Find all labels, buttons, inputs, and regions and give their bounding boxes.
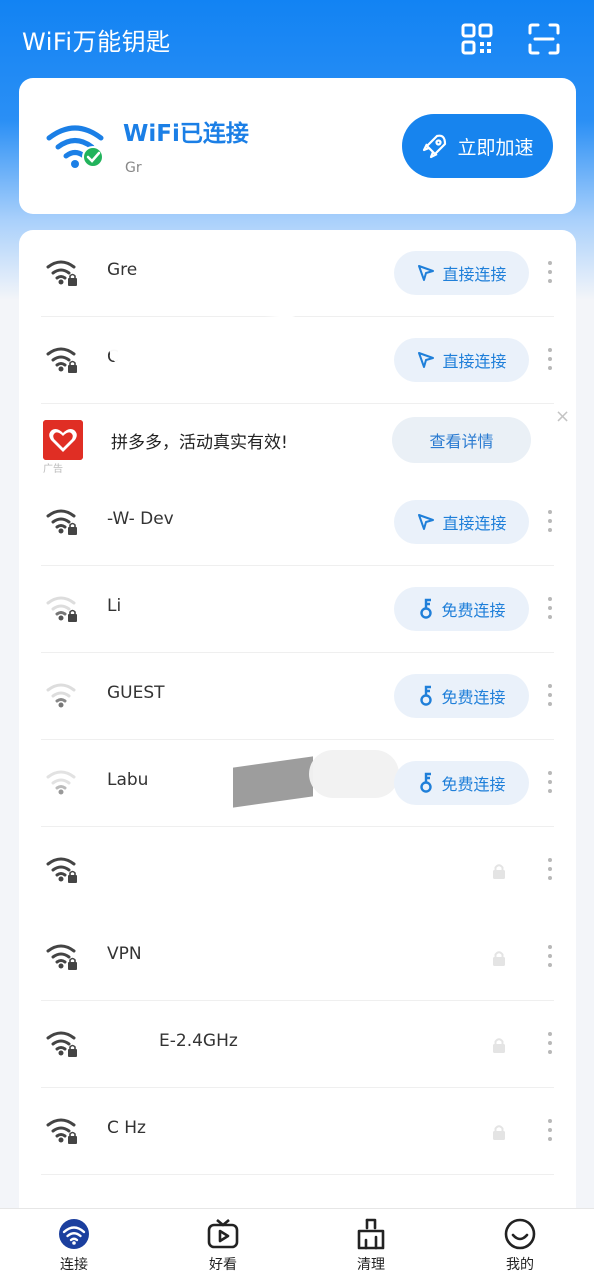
ad-close-icon[interactable]: × <box>555 406 570 427</box>
direct-connect-button[interactable]: 直接连接 <box>394 338 529 382</box>
free-connect-label: 免费连接 <box>441 688 506 707</box>
wifi-signal-strong-icon <box>46 1031 77 1057</box>
nav-connect[interactable]: 连接 <box>24 1217 124 1279</box>
free-connect-button[interactable]: 免费连接 <box>394 674 529 718</box>
direct-connect-label: 直接连接 <box>442 514 507 533</box>
more-options-icon[interactable] <box>547 945 553 971</box>
nav-profile-label: 我的 <box>506 1257 534 1273</box>
wifi-ssid: -W- Dev <box>107 509 174 529</box>
nav-clean-label: 清理 <box>357 1257 385 1273</box>
lock-icon <box>493 951 505 966</box>
more-options-icon[interactable] <box>547 1032 553 1058</box>
redaction-mark <box>309 750 399 798</box>
direct-connect-button[interactable]: 直接连接 <box>394 500 529 544</box>
wifi-signal-strong-icon <box>46 1118 77 1144</box>
more-options-icon[interactable] <box>547 684 553 710</box>
top-bar: WiFi万能钥匙 <box>0 0 594 78</box>
direct-connect-label: 直接连接 <box>442 265 507 284</box>
wifi-row[interactable]: C 直接连接 <box>19 314 576 404</box>
tap-icon <box>418 265 435 281</box>
wifi-row[interactable]: C Hz <box>19 1088 576 1175</box>
direct-connect-label: 直接连接 <box>442 352 507 371</box>
nav-watch[interactable]: 好看 <box>173 1217 273 1279</box>
wifi-ssid: E-2.4GHz <box>159 1031 238 1051</box>
wifi-row[interactable]: -W- Dev 直接连接 <box>19 479 576 566</box>
lock-icon <box>493 864 505 879</box>
scan-icon[interactable] <box>527 22 561 56</box>
free-connect-button[interactable]: 免费连接 <box>394 587 529 631</box>
free-connect-label: 免费连接 <box>441 601 506 620</box>
wifi-signal-strong-icon <box>46 857 77 883</box>
connected-network-name: Gr <box>125 160 142 176</box>
video-play-icon <box>207 1219 239 1249</box>
row-divider <box>41 1174 554 1175</box>
more-options-icon[interactable] <box>547 858 553 884</box>
key-icon <box>420 685 433 706</box>
wifi-signal-strong-icon <box>46 509 77 535</box>
ad-text: 拼多多，活动真实有效! <box>111 433 288 453</box>
lock-icon <box>493 1038 505 1053</box>
wifi-signal-strong-icon <box>46 260 77 286</box>
view-details-button[interactable]: 查看详情 <box>392 417 531 463</box>
wifi-ssid: Li <box>107 596 122 616</box>
ad-banner[interactable]: 广告 拼多多，活动真实有效! 查看详情 × <box>19 404 576 479</box>
more-options-icon[interactable] <box>547 261 553 287</box>
redaction-mark <box>233 756 313 808</box>
wifi-row[interactable]: Gre 直接连接 <box>19 230 576 317</box>
smiley-icon <box>504 1218 536 1250</box>
wifi-connected-icon <box>46 125 104 168</box>
wifi-signal-weak-icon <box>46 596 77 622</box>
nav-clean[interactable]: 清理 <box>321 1217 421 1279</box>
wifi-row[interactable]: Labu 免费连接 <box>19 740 576 827</box>
wifi-signal-strong-icon <box>46 944 77 970</box>
nav-connect-label: 连接 <box>60 1257 88 1273</box>
ad-tag: 广告 <box>43 464 63 475</box>
wifi-row[interactable]: E-2.4GHz <box>19 1001 576 1088</box>
app-title: WiFi万能钥匙 <box>22 28 171 56</box>
redaction-mark <box>87 278 247 306</box>
wifi-list: Gre 直接连接 C 直接连接 <box>19 230 576 1230</box>
wifi-ssid: GUEST <box>107 683 165 703</box>
wifi-row[interactable]: VPN <box>19 914 576 1001</box>
wifi-ssid: Gre <box>107 260 138 280</box>
wifi-row[interactable]: GUEST 免费连接 <box>19 653 576 740</box>
free-connect-button[interactable]: 免费连接 <box>394 761 529 805</box>
more-options-icon[interactable] <box>547 348 553 374</box>
wifi-signal-strong-icon <box>46 347 77 373</box>
key-icon <box>420 772 433 793</box>
key-icon <box>420 598 433 619</box>
wifi-nav-icon <box>59 1219 89 1249</box>
rocket-icon <box>423 134 447 159</box>
wifi-row[interactable]: Li 免费连接 <box>19 566 576 653</box>
nav-profile[interactable]: 我的 <box>470 1217 570 1279</box>
free-connect-label: 免费连接 <box>441 775 506 794</box>
tap-icon <box>418 514 435 530</box>
tap-icon <box>418 352 435 368</box>
more-options-icon[interactable] <box>547 1119 553 1145</box>
wifi-ssid: C Hz <box>107 1118 146 1138</box>
bottom-nav: 连接 好看 清理 我的 <box>0 1208 594 1280</box>
connection-status-title: WiFi已连接 <box>123 121 249 147</box>
more-options-icon[interactable] <box>547 597 553 623</box>
more-options-icon[interactable] <box>547 771 553 797</box>
direct-connect-button[interactable]: 直接连接 <box>394 251 529 295</box>
wifi-ssid: VPN <box>107 944 142 964</box>
wifi-signal-weak-icon <box>46 770 76 795</box>
nav-watch-label: 好看 <box>209 1257 237 1273</box>
qr-code-icon[interactable] <box>460 22 494 56</box>
connection-status-card: WiFi已连接 Gr 立即加速 <box>19 78 576 214</box>
speed-up-button[interactable]: 立即加速 <box>402 114 553 178</box>
wifi-row[interactable] <box>19 827 576 914</box>
lock-icon <box>493 1125 505 1140</box>
broom-icon <box>357 1218 385 1250</box>
pinduoduo-logo-icon <box>43 420 83 460</box>
more-options-icon[interactable] <box>547 510 553 536</box>
speed-up-label: 立即加速 <box>457 136 534 159</box>
wifi-signal-weak-icon <box>46 683 76 708</box>
